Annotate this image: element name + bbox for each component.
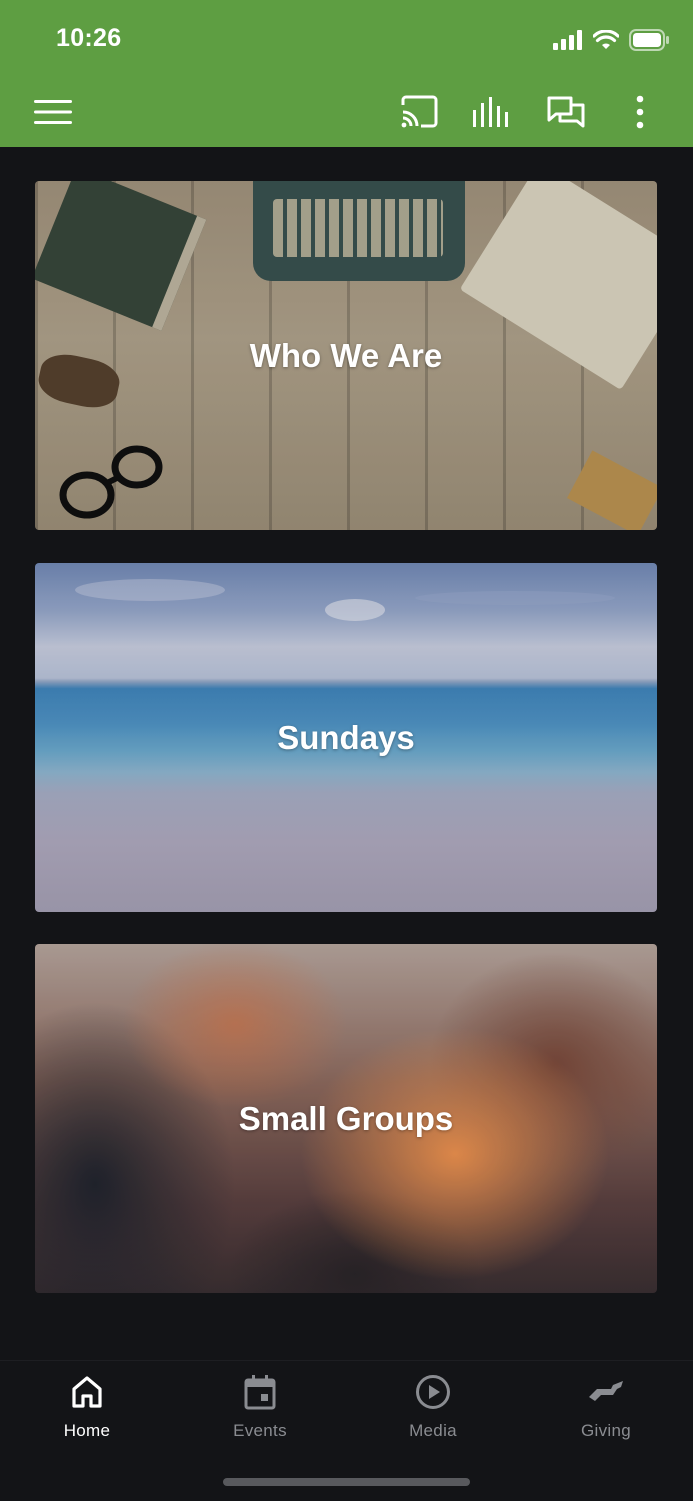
home-icon — [72, 1376, 102, 1408]
card-title: Sundays — [277, 718, 415, 756]
status-time: 10:26 — [56, 24, 122, 52]
app-header: 10:26 — [0, 0, 693, 147]
tab-giving[interactable]: Giving — [546, 1373, 666, 1443]
play-circle-icon — [416, 1375, 450, 1409]
tab-home[interactable]: Home — [27, 1373, 147, 1443]
audio-bars-icon[interactable] — [468, 88, 516, 136]
tab-events[interactable]: Events — [200, 1373, 320, 1443]
chat-icon[interactable] — [542, 88, 590, 136]
more-vert-icon[interactable] — [616, 88, 664, 136]
home-indicator — [223, 1478, 470, 1486]
tab-media[interactable]: Media — [373, 1373, 493, 1443]
battery-icon — [629, 29, 669, 51]
card-small-groups[interactable]: Small Groups — [35, 944, 657, 1293]
tab-label: Events — [233, 1421, 287, 1440]
card-who-we-are[interactable]: Who We Are — [35, 181, 657, 530]
cast-icon[interactable] — [395, 88, 443, 136]
tab-label: Home — [63, 1421, 111, 1440]
giving-hand-icon — [589, 1381, 623, 1401]
tab-label: Giving — [581, 1421, 631, 1440]
card-title: Small Groups — [238, 1099, 454, 1137]
status-icons — [553, 27, 669, 53]
signal-icon — [553, 30, 582, 50]
card-title: Who We Are — [249, 336, 443, 374]
toolbar — [0, 80, 693, 142]
calendar-icon — [244, 1375, 276, 1410]
card-sundays[interactable]: Sundays — [35, 563, 657, 912]
wifi-icon — [593, 30, 619, 49]
tab-label: Media — [409, 1421, 457, 1440]
menu-icon[interactable] — [29, 88, 77, 136]
